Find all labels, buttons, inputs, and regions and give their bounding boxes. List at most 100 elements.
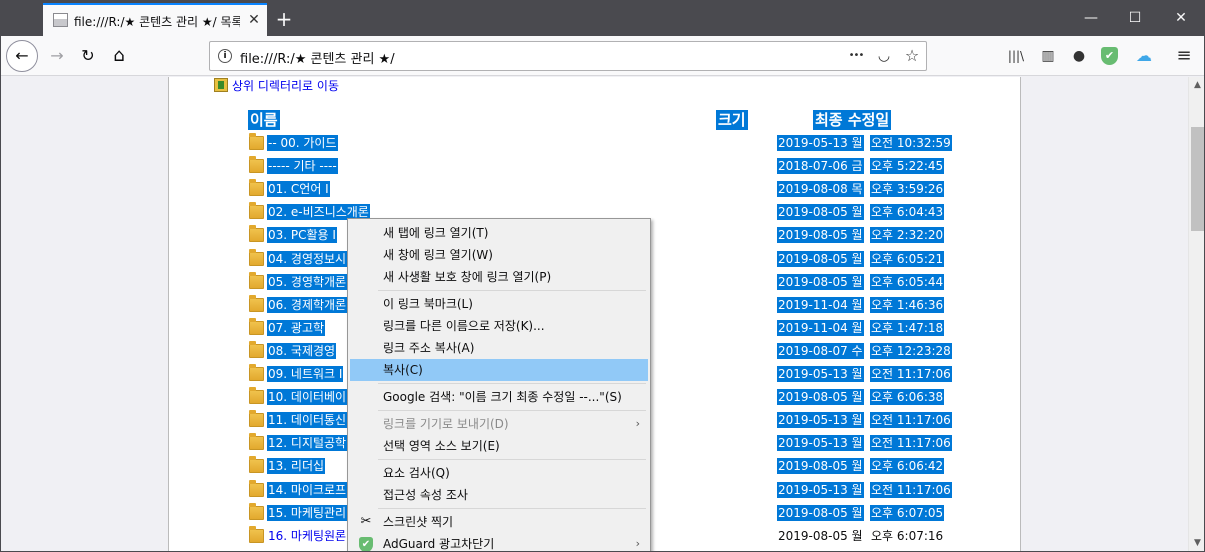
folder-icon [249, 271, 264, 289]
new-tab-button[interactable]: + [273, 8, 295, 30]
folder-icon [249, 340, 264, 358]
menu-google-search[interactable]: Google 검색: "이름 크기 최종 수정일 --..."(S) [350, 386, 648, 408]
modified-date: 2019-11-04 월 [777, 296, 864, 313]
folder-link[interactable]: 07. 광고학 [267, 319, 326, 336]
forward-button[interactable]: → [43, 42, 71, 70]
page-actions-icon[interactable]: ••• [846, 46, 866, 66]
home-button[interactable]: ⌂ [105, 42, 133, 70]
menu-open-link-new-tab[interactable]: 새 탭에 링크 열기(T) [350, 222, 648, 244]
pocket-icon[interactable]: ◡ [874, 46, 894, 66]
vertical-scrollbar[interactable]: ▲ ▼ [1188, 77, 1204, 551]
folder-link[interactable]: 05. 경영학개론 [267, 273, 348, 290]
menu-open-link-new-window[interactable]: 새 창에 링크 열기(W) [350, 244, 648, 266]
menu-adguard-label: AdGuard 광고차단기 [383, 537, 495, 551]
menu-view-selection-source[interactable]: 선택 영역 소스 보기(E) [350, 435, 648, 457]
tab-active[interactable]: file:///R:/★ 콘텐츠 관리 ★/ 목록 ✕ [43, 3, 267, 36]
folder-link[interactable]: 13. 리더십 [267, 458, 326, 475]
library-icon[interactable]: |||\ [1005, 45, 1027, 67]
folder-icon [249, 294, 264, 312]
tab-title: file:///R:/★ 콘텐츠 관리 ★/ 목록 [74, 15, 240, 29]
folder-link[interactable]: 03. PC활용 I [267, 227, 337, 244]
menu-open-link-private-window[interactable]: 새 사생활 보호 창에 링크 열기(P) [350, 266, 648, 288]
modified-time: 오후 1:47:18 [870, 319, 945, 336]
submenu-arrow-icon: › [635, 537, 640, 550]
nav-toolbar: ← → ↻ ⌂ i file:///R:/★ 콘텐츠 관리 ★/ ••• ◡ ☆… [1, 36, 1204, 76]
folder-link[interactable]: 06. 경제학개론 [267, 296, 348, 313]
info-icon[interactable]: i [218, 49, 232, 63]
menu-icon[interactable]: ≡ [1173, 45, 1195, 67]
modified-date: 2019-08-05 월 [777, 204, 864, 221]
scroll-down-arrow[interactable]: ▼ [1189, 535, 1204, 551]
table-row: 01. C언어 I 2019-08-08 목 오후 3:59:26 [169, 179, 1022, 202]
menu-save-link-as[interactable]: 링크를 다른 이름으로 저장(K)... [350, 315, 648, 337]
screenshot-scissors-icon: ✂ [360, 514, 372, 529]
scrollbar-thumb[interactable] [1191, 127, 1204, 231]
folder-icon [249, 433, 264, 451]
modified-date: 2019-08-05 월 [777, 504, 864, 521]
folder-link[interactable]: -- 00. 가이드 [267, 135, 338, 151]
menu-take-screenshot[interactable]: ✂ 스크린샷 찍기 [350, 511, 648, 533]
url-text[interactable]: file:///R:/★ 콘텐츠 관리 ★/ [240, 48, 395, 67]
close-window-button[interactable]: ✕ [1158, 1, 1204, 36]
parent-directory-link[interactable]: 상위 디렉터리로 이동 [214, 77, 339, 93]
sidebar-icon[interactable]: ▥ [1037, 45, 1059, 67]
folder-link[interactable]: 14. 마이크로프 [267, 481, 348, 498]
folder-icon [249, 202, 264, 220]
reload-button[interactable]: ↻ [74, 42, 102, 70]
menu-bookmark-link[interactable]: 이 링크 북마크(L) [350, 293, 648, 315]
modified-time: 오후 12:23:28 [870, 342, 952, 359]
menu-copy-link[interactable]: 링크 주소 복사(A) [350, 337, 648, 359]
modified-time: 오전 11:17:06 [870, 435, 952, 452]
menu-separator [378, 290, 646, 291]
folder-link[interactable]: 11. 데이터통신 [267, 412, 348, 429]
url-bar[interactable]: i file:///R:/★ 콘텐츠 관리 ★/ ••• ◡ ☆ [209, 41, 927, 71]
column-header-name[interactable]: 이름 [248, 110, 280, 130]
folder-link[interactable]: 09. 네트워크 I [267, 366, 344, 382]
modified-time: 오후 5:22:45 [870, 158, 945, 175]
adguard-icon[interactable]: ✔ [1101, 47, 1118, 65]
up-directory-icon [214, 78, 228, 92]
modified-date: 2019-05-13 월 [777, 412, 864, 429]
folder-link[interactable]: 10. 데이터베이 [267, 389, 348, 406]
browser-window: file:///R:/★ 콘텐츠 관리 ★/ 목록 ✕ + — ☐ ✕ ← → … [0, 0, 1205, 552]
folder-link[interactable]: 01. C언어 I [267, 181, 330, 198]
modified-time: 오후 6:05:44 [870, 273, 945, 290]
modified-time: 오전 11:17:06 [870, 481, 952, 498]
folder-link[interactable]: 04. 경영정보시 [267, 250, 348, 267]
column-header-size[interactable]: 크기 [716, 110, 748, 130]
folder-icon [249, 248, 264, 266]
folder-link[interactable]: 12. 디지털공학 [267, 435, 348, 452]
modified-date: 2019-11-04 월 [777, 319, 864, 336]
menu-adguard[interactable]: ✔ AdGuard 광고차단기 › [350, 533, 648, 551]
menu-copy[interactable]: 복사(C) [350, 359, 648, 381]
folder-link[interactable]: 16. 마케팅원론 [267, 528, 347, 544]
folder-icon [249, 410, 264, 428]
modified-date: 2019-08-08 목 [777, 181, 864, 198]
menu-inspect-accessibility[interactable]: 접근성 속성 조사 [350, 484, 648, 506]
folder-link[interactable]: ----- 기타 ---- [267, 158, 338, 175]
minimize-button[interactable]: — [1068, 1, 1114, 36]
menu-send-link-to-device-label: 링크를 기기로 보내기(D) [383, 417, 509, 431]
maximize-button[interactable]: ☐ [1112, 1, 1158, 36]
menu-separator [378, 508, 646, 509]
tab-close-button[interactable]: ✕ [246, 12, 262, 28]
modified-date: 2019-08-07 수 [777, 342, 864, 359]
modified-date: 2019-05-13 월 [777, 135, 864, 151]
column-header-modified[interactable]: 최종 수정일 [813, 110, 892, 130]
folder-link[interactable]: 08. 국제경영 [267, 342, 337, 359]
folder-link[interactable]: 15. 마케팅관리 [267, 504, 348, 521]
cloud-icon[interactable]: ☁ [1133, 45, 1155, 67]
parent-directory-label: 상위 디렉터리로 이동 [232, 79, 339, 93]
modified-time: 오후 6:06:42 [870, 458, 945, 475]
bookmark-star-icon[interactable]: ☆ [902, 46, 922, 66]
account-icon[interactable]: ● [1068, 45, 1090, 67]
modified-time: 오후 3:59:26 [870, 181, 945, 198]
modified-date: 2019-08-05 월 [777, 273, 864, 290]
back-button[interactable]: ← [6, 40, 38, 72]
folder-icon [249, 387, 264, 405]
menu-inspect-element[interactable]: 요소 검사(Q) [350, 462, 648, 484]
modified-date: 2019-08-05 월 [777, 227, 864, 244]
menu-send-link-to-device[interactable]: 링크를 기기로 보내기(D) › [350, 413, 648, 435]
folder-icon [249, 225, 264, 243]
scroll-up-arrow[interactable]: ▲ [1189, 77, 1204, 94]
